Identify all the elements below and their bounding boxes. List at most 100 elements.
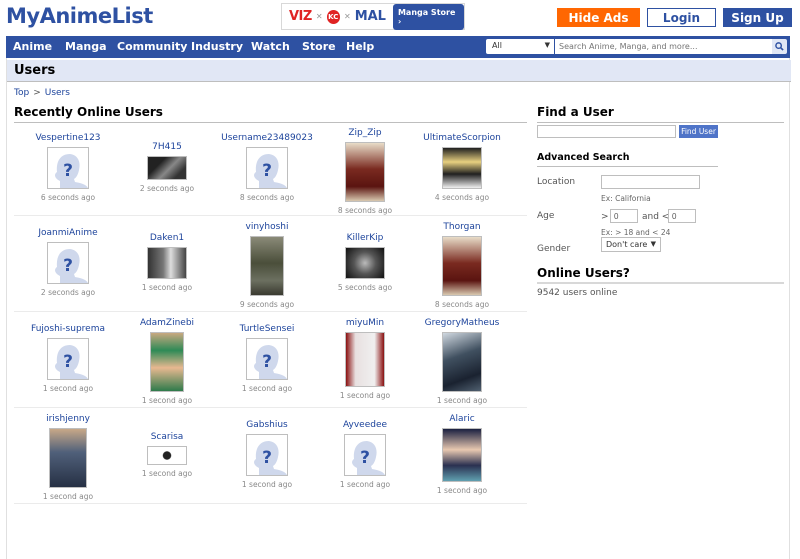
user-name-link[interactable]: GregoryMatheus (411, 318, 513, 328)
user-avatar-image (148, 248, 186, 278)
user-avatar-image (443, 237, 481, 295)
user-card: TurtleSensei ? 1 second ago (216, 324, 318, 393)
user-avatar-image (443, 148, 481, 188)
user-avatar[interactable] (49, 428, 87, 488)
age-min-input[interactable] (610, 209, 638, 223)
user-card: Vespertine123 ? 6 seconds ago (17, 133, 119, 202)
last-online-time: 9 seconds ago (239, 300, 295, 309)
user-avatar[interactable] (442, 428, 482, 482)
user-name-link[interactable]: Thorgan (411, 222, 513, 232)
user-avatar[interactable]: ? (47, 147, 89, 189)
dropdown-arrow-icon: ▼ (650, 240, 656, 248)
find-user-input[interactable] (537, 125, 676, 138)
user-avatar[interactable] (150, 332, 184, 392)
user-avatar[interactable] (147, 247, 187, 279)
last-online-time: 1 second ago (42, 384, 94, 393)
age-max-input[interactable] (668, 209, 696, 223)
user-name-link[interactable]: Daken1 (116, 233, 218, 243)
site-logo[interactable]: MyAnimeList (6, 4, 153, 28)
user-avatar[interactable] (147, 156, 187, 180)
user-name-link[interactable]: Alaric (411, 414, 513, 424)
user-name-link[interactable]: Gabshius (216, 420, 318, 430)
user-name-link[interactable]: Zip_Zip (314, 128, 416, 138)
user-name-link[interactable]: Username23489023 (216, 133, 318, 143)
recent-users-heading: Recently Online Users (14, 105, 527, 123)
user-card: Thorgan 8 seconds ago (411, 222, 513, 309)
user-name-link[interactable]: TurtleSensei (216, 324, 318, 334)
user-row: Vespertine123 ? 6 seconds ago 7H415 2 seco… (14, 122, 527, 216)
user-card: Gabshius ? 1 second ago (216, 420, 318, 489)
user-avatar[interactable] (345, 332, 385, 387)
user-name-link[interactable]: Fujoshi-suprema (17, 324, 119, 334)
user-name-link[interactable]: Vespertine123 (17, 133, 119, 143)
nav-store[interactable]: Store (302, 40, 336, 53)
user-avatar[interactable] (250, 236, 284, 296)
users-grid: Vespertine123 ? 6 seconds ago 7H415 2 seco… (14, 122, 527, 504)
user-avatar[interactable] (442, 332, 482, 392)
breadcrumb-users[interactable]: Users (45, 88, 70, 98)
user-card: irishjenny 1 second ago (17, 414, 119, 501)
page-content: Users Top > Users Recently Online Users Ve… (6, 58, 791, 559)
manga-store-banner[interactable]: VIZ ✕ KC ✕ MAL Manga Store › (281, 3, 465, 30)
main-nav: Anime Manga Community Industry Watch Sto… (6, 36, 790, 58)
title-bar: Users (7, 60, 791, 82)
user-name-link[interactable]: vinyhoshi (216, 222, 318, 232)
user-name-link[interactable]: irishjenny (17, 414, 119, 424)
last-online-time: 1 second ago (339, 391, 391, 400)
user-avatar[interactable] (442, 236, 482, 296)
user-row: Fujoshi-suprema ? 1 second ago AdamZinebi… (14, 312, 527, 408)
user-avatar[interactable] (442, 147, 482, 189)
hide-ads-button[interactable]: Hide Ads (557, 8, 640, 27)
nav-manga[interactable]: Manga (65, 40, 107, 53)
last-online-time: 2 seconds ago (40, 288, 96, 297)
user-name-link[interactable]: Scarisa (116, 432, 218, 442)
nav-watch[interactable]: Watch (251, 40, 290, 53)
find-user-button[interactable]: Find User (679, 125, 718, 138)
user-name-link[interactable]: KillerKip (314, 233, 416, 243)
user-name-link[interactable]: AdamZinebi (116, 318, 218, 328)
user-avatar[interactable]: ? (47, 338, 89, 380)
user-avatar[interactable]: ? (246, 434, 288, 476)
user-avatar[interactable]: ? (246, 147, 288, 189)
svg-text:?: ? (63, 352, 73, 372)
user-avatar[interactable]: ? (344, 434, 386, 476)
nav-community[interactable]: Community (117, 40, 187, 53)
location-input[interactable] (601, 175, 700, 189)
last-online-time: 8 seconds ago (239, 193, 295, 202)
default-avatar-icon: ? (48, 339, 88, 379)
last-online-time: 1 second ago (42, 492, 94, 501)
breadcrumb-top[interactable]: Top (14, 88, 29, 98)
default-avatar-icon: ? (48, 243, 88, 283)
user-avatar[interactable] (345, 142, 385, 202)
user-name-link[interactable]: UltimateScorpion (411, 133, 513, 143)
last-online-time: 2 seconds ago (139, 184, 195, 193)
login-button[interactable]: Login (647, 8, 716, 27)
user-avatar[interactable]: ? (47, 242, 89, 284)
last-online-time: 1 second ago (339, 480, 391, 489)
user-avatar[interactable]: ? (246, 338, 288, 380)
user-name-link[interactable]: Ayveedee (314, 420, 416, 430)
nav-anime[interactable]: Anime (13, 40, 52, 53)
user-name-link[interactable]: JoanmiAnime (17, 228, 119, 238)
user-avatar[interactable] (345, 247, 385, 279)
search-icon (775, 42, 784, 51)
viz-logo: VIZ (289, 9, 312, 24)
default-avatar-icon: ? (247, 339, 287, 379)
signup-button[interactable]: Sign Up (723, 8, 792, 27)
user-name-link[interactable]: miyuMin (314, 318, 416, 328)
nav-help[interactable]: Help (346, 40, 374, 53)
user-avatar[interactable] (147, 446, 187, 465)
search-category-select[interactable]: All ▼ (486, 39, 554, 54)
user-avatar-image (443, 333, 481, 391)
nav-industry[interactable]: Industry (191, 40, 243, 53)
svg-text:?: ? (262, 352, 272, 372)
gender-label: Gender (537, 244, 571, 254)
user-avatar-image (151, 333, 183, 391)
user-card: JoanmiAnime ? 2 seconds ago (17, 228, 119, 297)
search-input[interactable] (555, 39, 772, 54)
user-name-link[interactable]: 7H415 (116, 142, 218, 152)
manga-store-button[interactable]: Manga Store › (392, 3, 464, 30)
search-button[interactable] (772, 39, 787, 54)
gender-select[interactable]: Don't care ▼ (601, 237, 661, 252)
age-hint: Ex: > 18 and < 24 (601, 228, 671, 237)
